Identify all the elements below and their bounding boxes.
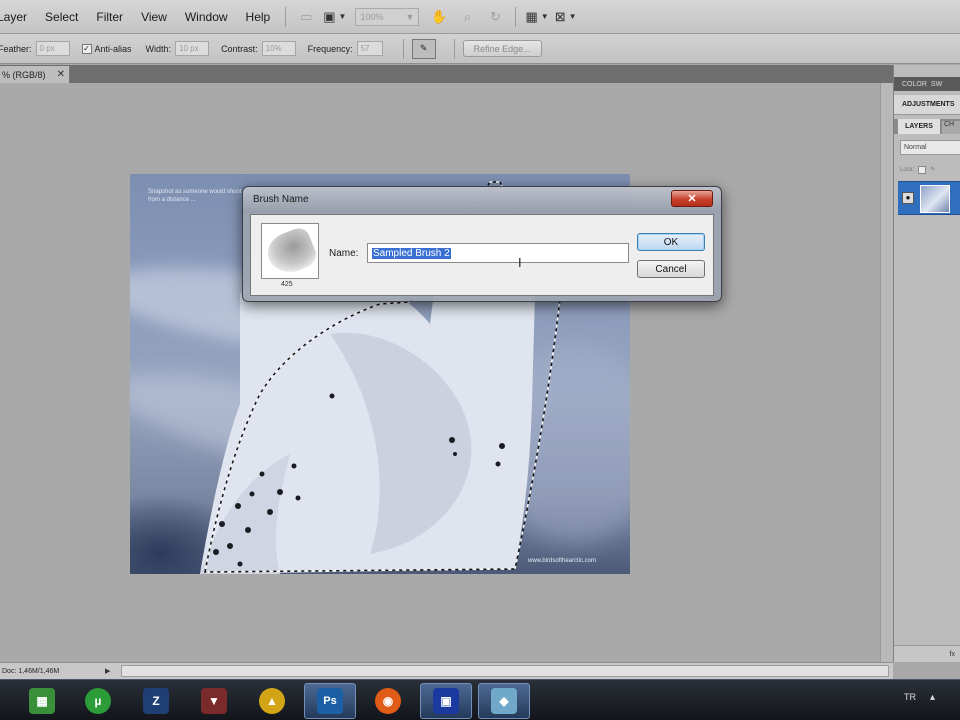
panel-dock: COLOR SW ADJUSTMENTS LAYERS CH Normal Lo… [893,65,960,662]
frequency-input[interactable]: 57 [356,41,383,56]
taskbar-dreamweaver[interactable]: Z [130,683,182,719]
taskbar-photoshop[interactable]: Ps [304,683,356,719]
tab-layers[interactable]: LAYERS [898,119,940,134]
taskbar: ▦ µ Z ▼ ▲ Ps ◉ ▣ ◆ TR ▴ [0,679,960,720]
status-menu-arrow-icon[interactable]: ▶ [105,667,117,675]
taskbar-media-app[interactable]: ▣ [420,683,472,719]
antialias-label: Anti-alias [94,43,132,54]
status-bar: Doc: 1,46M/1,46M ▶ [0,662,893,679]
menu-select[interactable]: Select [36,0,87,34]
visibility-eye-icon[interactable]: ● [902,192,914,204]
refine-edge-button[interactable]: Refine Edge... [462,40,542,57]
contrast-label: Contrast: [221,43,258,54]
fx-icon[interactable]: fx [950,651,955,658]
menu-separator [285,6,287,27]
width-label: Width: [145,43,172,54]
document-tab-strip: % (RGB/8) ✕ [0,65,893,83]
ok-button[interactable]: OK [637,233,705,251]
taskbar-explorer[interactable]: ▦ [16,683,68,719]
taskbar-app-window[interactable]: ◆ [478,683,530,719]
menu-help[interactable]: Help [237,0,280,34]
document-tab[interactable]: % (RGB/8) ✕ [0,66,70,83]
options-separator [402,38,404,59]
taskbar-utorrent[interactable]: µ [72,683,124,719]
brush-name-value: Sampled Brush 2 [372,247,451,259]
photoshop-icon: Ps [317,688,343,714]
taskbar-game[interactable]: ▼ [188,683,240,719]
vertical-scrollbar[interactable] [880,83,893,662]
zoom-tool-icon[interactable]: ⌕ [456,7,478,27]
brush-size-label: 425 [281,281,293,288]
layers-panel-tabs: LAYERS CH [894,119,960,134]
app-window-icon: ◆ [491,688,517,714]
tab-channels[interactable]: CH [942,121,960,134]
brush-tip-preview [262,224,320,280]
taskbar-app[interactable]: ▲ [246,683,298,719]
name-label: Name: [329,248,359,259]
system-tray-icon[interactable]: ▴ [930,692,935,703]
windows-explorer-icon: ▦ [29,688,55,714]
dialog-title: Brush Name [253,194,309,205]
feather-input[interactable]: 0 px [35,41,70,56]
dialog-body: 425 Name: Sampled Brush 2 I OK Cancel [250,214,714,296]
cancel-button[interactable]: Cancel [637,260,705,278]
arrange-documents-icon[interactable]: ▦ ▼ [525,7,548,27]
menu-filter[interactable]: Filter [87,0,132,34]
brush-name-dialog: Brush Name ✕ 425 Name: Sampled Brush 2 I… [242,186,722,302]
close-button[interactable]: ✕ [671,190,713,207]
zoom-level-select[interactable]: 100% ▼ [355,7,420,26]
antialias-checkbox[interactable]: ✓ [81,43,92,54]
menu-layer[interactable]: Layer [0,0,36,34]
close-icon[interactable]: ✕ [57,69,65,80]
lock-transparency-checkbox[interactable] [918,165,927,174]
options-bar: Feather: 0 px ✓ Anti-alias Width: 10 px … [0,34,960,64]
layer-row[interactable]: ● [898,181,960,215]
firefox-icon: ◉ [375,688,401,714]
doc-size-info: Doc: 1,46M/1,46M [2,667,60,675]
blend-mode-select[interactable]: Normal [900,140,960,155]
screen-mode-icon[interactable]: ⊠ ▼ [555,7,577,27]
tab-adjustments[interactable]: ADJUSTMENTS [894,95,960,115]
menu-bar: Layer Select Filter View Window Help ▭ ▣… [0,0,960,34]
dreamweaver-icon: Z [143,688,169,714]
arrange-icon[interactable]: ▣ ▼ [323,7,346,27]
bridge-icon[interactable]: ▭ [295,7,317,27]
hand-tool-icon[interactable]: ✋ [428,7,450,27]
app-icon: ▲ [259,688,285,714]
zoom-level-value: 100% [360,11,384,22]
layers-footer: fx [894,645,960,662]
brush-name-input[interactable]: Sampled Brush 2 [367,243,629,263]
layer-thumbnail [920,185,950,213]
feather-label: Feather: [0,43,32,54]
lock-label: Lock: [900,166,915,173]
taskbar-firefox[interactable]: ◉ [362,683,414,719]
tablet-pressure-icon[interactable]: ✎ [411,38,436,59]
chevron-down-icon: ▼ [405,11,415,22]
width-input[interactable]: 10 px [175,41,210,56]
brush-lock-icon[interactable]: ✎ [930,166,935,173]
tab-swatches[interactable]: SW [931,81,942,88]
frequency-label: Frequency: [307,43,353,54]
color-panel-tabs: COLOR SW [894,77,960,91]
rotate-view-icon[interactable]: ↻ [484,7,506,27]
tab-color[interactable]: COLOR [902,81,927,88]
contrast-input[interactable]: 10% [261,41,296,56]
dialog-titlebar[interactable]: Brush Name ✕ [243,187,721,213]
game-icon: ▼ [201,688,227,714]
menu-window[interactable]: Window [176,0,237,34]
lock-row: Lock: ✎ [900,163,960,176]
options-separator [453,38,455,59]
menu-view[interactable]: View [132,0,176,34]
brush-preview [261,223,320,280]
horizontal-scrollbar[interactable] [121,665,889,677]
image-watermark-url: www.birdsofthearctic.com [528,558,597,564]
menu-separator [515,6,517,27]
language-indicator[interactable]: TR [904,692,916,702]
media-app-icon: ▣ [433,688,459,714]
utorrent-icon: µ [85,688,111,714]
document-tab-label: % (RGB/8) [2,69,46,80]
text-cursor-icon: I [518,255,522,270]
